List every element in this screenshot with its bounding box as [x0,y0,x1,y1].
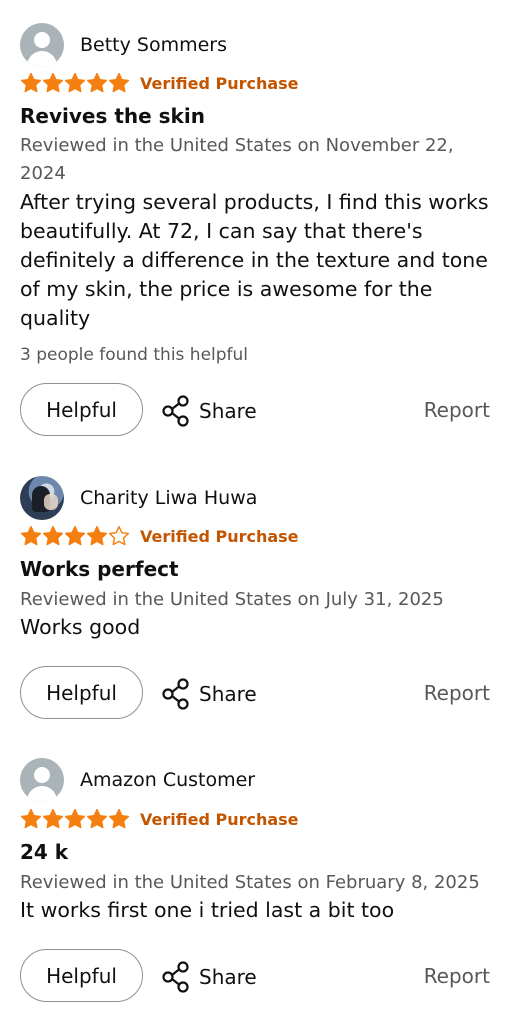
avatar-person-placeholder-icon[interactable] [20,23,64,67]
star-filled-icon [86,808,108,829]
report-link[interactable]: Report [424,398,490,422]
helpful-button[interactable]: Helpful [20,949,143,1002]
rating-row: Verified Purchase [20,808,299,830]
report-link[interactable]: Report [424,681,490,705]
share-icon [162,678,189,710]
verified-purchase-badge: Verified Purchase [140,809,299,829]
star-filled-icon [42,72,64,93]
star-filled-icon [20,808,42,829]
star-filled-icon [108,72,130,93]
rating-row: Verified Purchase [20,525,299,547]
reviewer-name[interactable]: Charity Liwa Huwa [80,487,257,509]
report-link[interactable]: Report [424,964,490,988]
verified-purchase-badge: Verified Purchase [140,526,299,546]
star-filled-icon [64,72,86,93]
reviewer-row: Amazon Customer [20,758,255,802]
star-filled-icon [86,525,108,546]
share-icon [162,961,189,993]
share-button[interactable]: Share [161,678,257,710]
avatar-person-placeholder-icon[interactable] [20,758,64,802]
reviewer-row: Charity Liwa Huwa [20,476,257,520]
helpful-count: 3 people found this helpful [20,345,249,365]
star-filled-icon [86,72,108,93]
share-label: Share [199,965,257,989]
review-body: It works first one i tried last a bit to… [20,898,395,922]
review-date: Reviewed in the United States on Februar… [20,872,480,893]
star-filled-icon [20,525,42,546]
star-filled-icon [108,808,130,829]
helpful-button[interactable]: Helpful [20,666,143,719]
star-rating [20,525,130,547]
review-title[interactable]: Works perfect [20,557,179,581]
verified-purchase-badge: Verified Purchase [140,73,299,93]
share-button[interactable]: Share [161,961,257,993]
star-filled-icon [64,525,86,546]
star-filled-icon [42,808,64,829]
review-body: Works good [20,615,141,639]
reviewer-row: Betty Sommers [20,23,227,67]
star-filled-icon [20,72,42,93]
avatar-photo[interactable] [20,476,64,520]
star-rating [20,808,130,830]
review-date: Reviewed in the United States on July 31… [20,589,444,610]
review-date: Reviewed in the United States on Novembe… [20,135,454,184]
reviewer-name[interactable]: Amazon Customer [80,769,255,791]
rating-row: Verified Purchase [20,72,299,94]
review-title[interactable]: 24 k [20,840,68,864]
review-title[interactable]: Revives the skin [20,104,205,128]
star-rating [20,72,130,94]
star-empty-icon [108,525,130,546]
star-filled-icon [64,808,86,829]
share-icon [162,395,189,427]
share-label: Share [199,399,257,423]
reviewer-name[interactable]: Betty Sommers [80,34,227,56]
share-label: Share [199,682,257,706]
helpful-button[interactable]: Helpful [20,383,143,436]
review-body: After trying several products, I find th… [20,190,489,330]
share-button[interactable]: Share [161,395,257,427]
star-filled-icon [42,525,64,546]
